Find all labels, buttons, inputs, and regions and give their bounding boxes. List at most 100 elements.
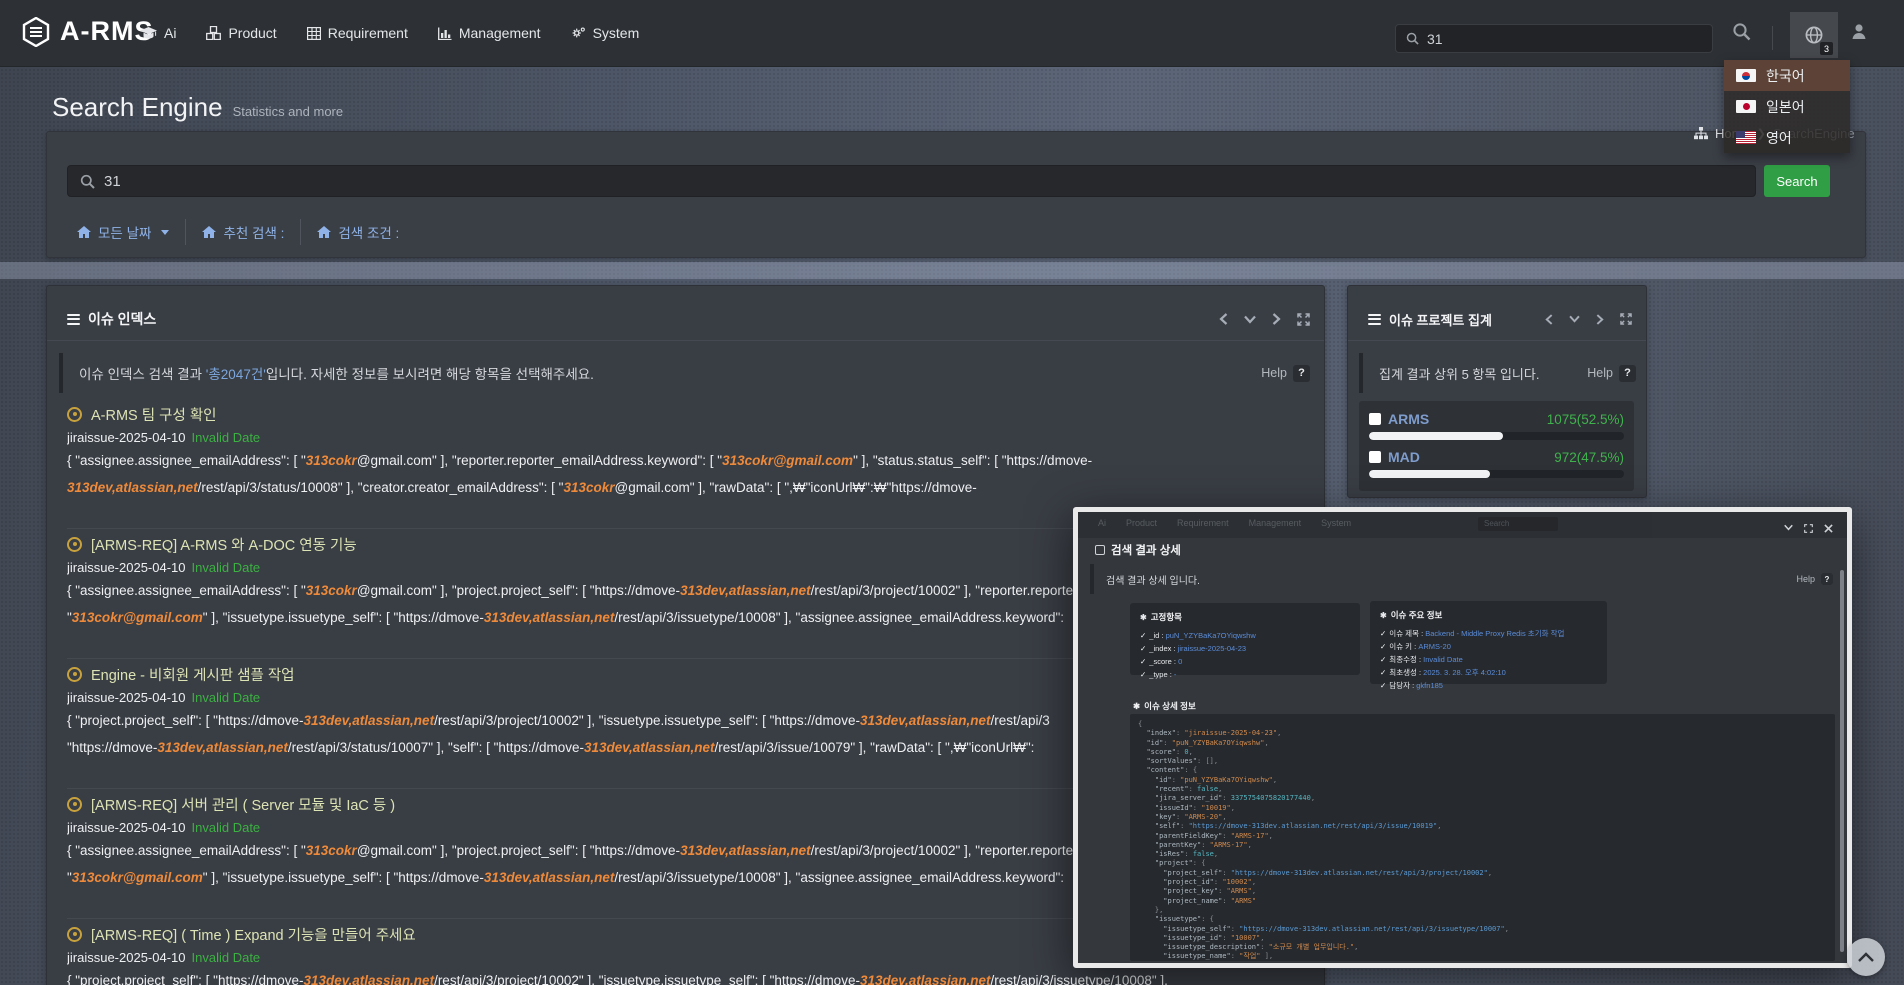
modal-field-row: ✓최종수정 : Invalid Date: [1380, 653, 1597, 666]
expand-icon[interactable]: [1297, 313, 1310, 326]
list-icon: [67, 314, 80, 325]
page-title: Search Engine: [52, 92, 223, 123]
asterisk-icon: ✱: [1133, 701, 1140, 712]
lang-item-us[interactable]: 영어: [1724, 122, 1850, 153]
chevron-up-icon: [1858, 952, 1874, 962]
home-icon: [317, 226, 331, 238]
nav-divider: [1772, 26, 1773, 50]
lang-item-jp[interactable]: 일본어: [1724, 91, 1850, 122]
project-agg-title: 이슈 프로젝트 집계: [1389, 310, 1492, 329]
nav-search-input[interactable]: 31: [1395, 24, 1713, 53]
modal-scrollbar[interactable]: [1840, 570, 1844, 952]
issue-detail-json[interactable]: { "index": "jiraissue-2025-04-23", "id":…: [1130, 714, 1835, 961]
issue-title[interactable]: A-RMS 팀 구성 확인: [67, 404, 1304, 424]
search-query-value: 31: [104, 173, 121, 190]
result-count: '총2047건': [206, 367, 266, 382]
modal-window-controls: [1784, 524, 1833, 533]
search-icon-button[interactable]: [1732, 22, 1751, 41]
issue-date-status: Invalid Date: [192, 560, 261, 575]
chevron-down-icon[interactable]: [1244, 315, 1256, 324]
sitemap-icon: [1694, 127, 1708, 140]
agg-project-label[interactable]: ARMS: [1388, 411, 1429, 427]
language-count-badge: 3: [1820, 42, 1833, 55]
issue-type-icon: [67, 537, 82, 552]
fixed-fields-box: ✱고정항목 ✓_id : puN_YZYBaKa7OYiqwshw✓_index…: [1130, 603, 1360, 675]
asterisk-icon: ✱: [1380, 611, 1387, 620]
panel-controls: [1545, 313, 1632, 325]
help-question-icon[interactable]: ?: [1821, 573, 1833, 585]
agg-progress-fill: [1369, 470, 1490, 478]
user-icon: [1850, 22, 1868, 40]
nav-item-requirement[interactable]: Requirement: [307, 25, 408, 41]
check-icon: ✓: [1140, 644, 1146, 653]
chevron-left-icon[interactable]: [1219, 313, 1228, 325]
chevron-left-icon[interactable]: [1545, 314, 1553, 325]
scroll-to-top-button[interactable]: [1847, 938, 1885, 976]
search-result-detail-modal: AiProductRequirementManagementSystem Sea…: [1073, 507, 1852, 968]
modal-ghost-navbar: AiProductRequirementManagementSystem Sea…: [1078, 512, 1847, 538]
agg-project-value: 972(47.5%): [1554, 450, 1624, 465]
nav-item-system[interactable]: System: [571, 25, 640, 41]
nav-item-ai[interactable]: Ai: [140, 25, 176, 41]
expand-icon[interactable]: [1620, 313, 1632, 325]
table-icon: [307, 27, 321, 40]
agg-project-label[interactable]: MAD: [1388, 449, 1420, 465]
help-question-icon[interactable]: ?: [1293, 365, 1310, 382]
issue-index-title: 이슈 인덱스: [88, 309, 156, 329]
modal-ghost-nav-item: Requirement: [1177, 518, 1229, 528]
modal-help-row: 검색 결과 상세 입니다. Help ?: [1090, 564, 1833, 594]
nav-item-product[interactable]: Product: [206, 25, 276, 41]
panel-controls: [1219, 313, 1310, 326]
issue-json-line: { "project.project_self": [ "https://dmo…: [67, 970, 1304, 985]
app-logo[interactable]: A-RMS: [22, 16, 154, 47]
language-dropdown: 한국어일본어영어: [1724, 60, 1850, 153]
nav-item-management[interactable]: Management: [438, 25, 541, 41]
cubes-icon: [206, 26, 221, 40]
user-icon-button[interactable]: [1850, 22, 1868, 40]
modal-field-row: ✓_id : puN_YZYBaKa7OYiqwshw: [1140, 629, 1350, 642]
modal-field-row: ✓이슈 키 : ARMS-20: [1380, 640, 1597, 653]
issue-type-icon: [67, 407, 82, 422]
navbar: A-RMS Ai Product Requirement Management Syst…: [0, 0, 1904, 66]
issue-json-line: { "assignee.assignee_emailAddress": [ "3…: [67, 450, 1304, 472]
bar-chart-icon: [438, 27, 452, 40]
chevron-down-icon[interactable]: [1569, 315, 1580, 323]
expand-icon[interactable]: [1804, 524, 1813, 533]
search-button[interactable]: Search: [1764, 165, 1830, 197]
modal-field-row: ✓_score : 0: [1140, 655, 1350, 668]
lang-item-kr[interactable]: 한국어: [1724, 60, 1850, 91]
chevron-right-icon[interactable]: [1596, 314, 1604, 325]
checkbox[interactable]: [1369, 451, 1381, 463]
asterisk-icon: ✱: [1140, 613, 1147, 622]
search-filter-1[interactable]: 추천 검색 :: [186, 222, 300, 242]
search-query-input[interactable]: 31: [67, 165, 1756, 197]
issue-date-status: Invalid Date: [192, 430, 261, 445]
search-filters: 모든 날짜추천 검색 :검색 조건 :: [69, 219, 415, 245]
page-header: Search Engine Statistics and more: [52, 92, 343, 123]
check-icon: ✓: [1140, 657, 1146, 666]
collapse-icon[interactable]: [1784, 524, 1793, 533]
help-question-icon[interactable]: ?: [1619, 365, 1636, 382]
help-badge: Help ?: [1587, 365, 1636, 382]
project-agg-header: 이슈 프로젝트 집계: [1348, 286, 1646, 341]
agg-project-value: 1075(52.5%): [1547, 412, 1624, 427]
check-icon: ✓: [1380, 642, 1386, 651]
search-filter-0[interactable]: 모든 날짜: [69, 222, 185, 242]
help-badge: Help ?: [1796, 573, 1833, 585]
flag-us-icon: [1736, 131, 1756, 144]
check-icon: ✓: [1380, 629, 1386, 638]
divider-band: [0, 262, 1904, 279]
issue-type-icon: [67, 797, 82, 812]
graduation-cap-icon: [140, 27, 157, 40]
window-icon: [1095, 545, 1105, 555]
chevron-right-icon[interactable]: [1272, 313, 1281, 325]
close-icon[interactable]: [1824, 524, 1833, 533]
search-filter-2[interactable]: 검색 조건 :: [301, 222, 415, 242]
issue-type-icon: [67, 667, 82, 682]
agg-progress-track: [1369, 432, 1624, 440]
issue-type-icon: [67, 927, 82, 942]
modal-title: 검색 결과 상세: [1095, 542, 1181, 558]
home-icon: [202, 226, 216, 238]
modal-ghost-nav-item: Ai: [1098, 518, 1106, 528]
checkbox[interactable]: [1369, 413, 1381, 425]
